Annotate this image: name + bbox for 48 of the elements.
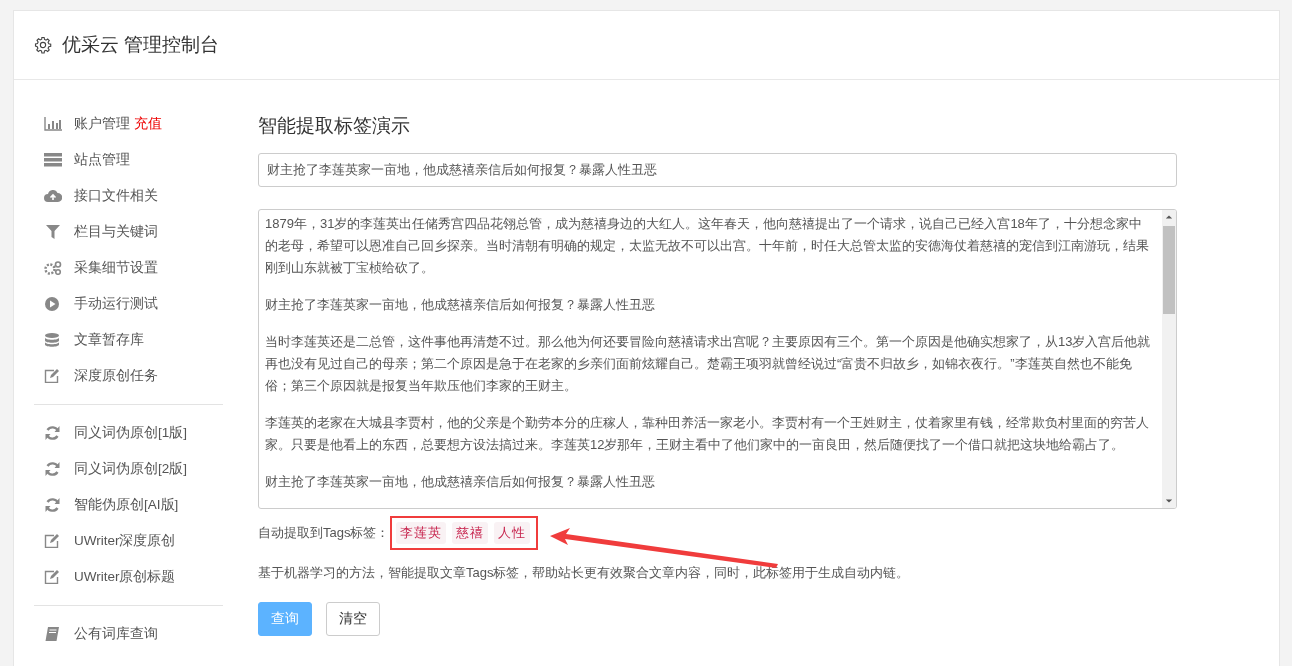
tag: 李莲英 [396,522,447,544]
scrollbar[interactable] [1162,210,1176,508]
refresh-icon [44,498,62,512]
sidebar-link[interactable]: UWriter原创标题 [74,568,176,586]
article-paragraph: 财主抢了李莲英家一亩地，他成慈禧亲信后如何报复？暴露人性丑恶 [265,296,656,314]
edit-icon [44,534,62,548]
edit-icon [44,369,62,383]
server-icon [44,153,62,167]
gears-icon [44,261,62,275]
title-field[interactable]: 财主抢了李莲英家一亩地，他成慈禧亲信后如何报复？暴露人性丑恶 [258,153,1177,187]
article-text-area[interactable] [258,209,1177,509]
sidebar-link[interactable]: 采集细节设置 [74,259,158,277]
sidebar-link[interactable]: 手动运行测试 [74,295,158,313]
sidebar-link[interactable]: 同义词伪原创[2版] [74,460,187,478]
recharge-link[interactable]: 充值 [134,115,162,133]
settings-icon [34,36,52,54]
scroll-up-icon[interactable] [1165,214,1173,220]
filter-icon [44,225,62,239]
sidebar-link[interactable]: 文章暂存库 [74,331,144,349]
console-title: 优采云 管理控制台 [62,33,220,57]
clear-button[interactable]: 清空 [326,602,380,636]
database-icon [44,333,62,347]
sidebar-link[interactable]: 栏目与关键词 [74,223,158,241]
sidebar-link[interactable]: 站点管理 [74,151,130,169]
sidebar-link[interactable]: 深度原创任务 [74,367,158,385]
sidebar-link[interactable]: 接口文件相关 [74,187,158,205]
edit-icon [44,570,62,584]
sidebar-link[interactable]: 智能伪原创[AI版] [74,496,179,514]
sidebar-link[interactable]: 账户管理 [74,115,130,133]
refresh-icon [44,462,62,476]
tag: 人性 [494,522,531,544]
article-paragraph: 财主抢了李莲英家一亩地，他成慈禧亲信后如何报复？暴露人性丑恶 [265,473,656,491]
tags-label: 自动提取到Tags标签： [258,524,390,542]
book-icon [44,627,62,641]
tag: 慈禧 [452,522,489,544]
description-text: 基于机器学习的方法，智能提取文章Tags标签，帮助站长更有效聚合文章内容，同时，此标签用于生成自动内链。 [258,564,911,582]
refresh-icon [44,426,62,440]
article-paragraph: 李莲英的老家在大城县李贾村，他的父亲是个勤劳本分的庄稼人，靠种田养活一家老小。李贾村有一个王姓财主，仗着家里有钱，经常欺负村里面的穷苦人家。只要是他看上的东西，总要想方设法搞过来。李莲英12岁那年，王财主看中了他们家中的一亩良田，然后随便找了一个借口就把这块地给霸占了。 [265,414,1150,454]
section-title: 智能提取标签演示 [258,114,411,138]
bar-chart-icon [44,117,62,131]
scroll-down-icon[interactable] [1165,498,1173,504]
article-paragraph: 当时李莲英还是二总管，这件事他再清楚不过。那么他为何还要冒险向慈禧请求出宫呢？主要原因有三个。第一个原因是他确实想家了，从13岁入宫后他就再也没有见过自己的母亲；第二个原因是急于在老家的乡亲们面前炫耀自己。楚霸王项羽就曾经说过“富贵不归故乡，如锦衣夜行。”李莲英自然也不能免俗；第三个原因就是报复当年欺压他们李家的王财主。 [265,333,1152,395]
sidebar-link[interactable]: 公有词库查询 [74,625,158,643]
sidebar-link[interactable]: UWriter深度原创 [74,532,176,550]
cloud-upload-icon [44,189,62,203]
sidebar-link[interactable]: 同义词伪原创[1版] [74,424,187,442]
play-icon [44,297,62,311]
article-paragraph: 1879年，31岁的李莲英出任储秀宫四品花翎总管，成为慈禧身边的大红人。这年春天，他向慈禧提出了一个请求，说自己已经入宫18年了，十分想念家中的老母，希望可以恩准自己回乡探亲。当时清朝有明确的规定，太监无故不可以出宫。十年前，时任大总管太监的安德海仗着慈禧的宠信到江南游玩，结果刚到山东就被丁宝桢给砍了。 [265,215,1150,277]
